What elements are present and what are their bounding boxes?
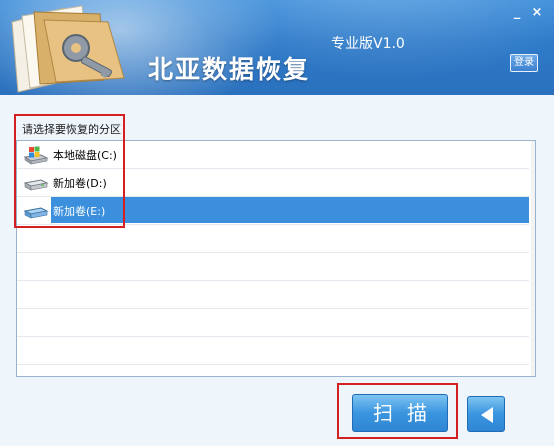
- edition-label: 专业版V1.0: [331, 36, 405, 52]
- app-window: 专业版V1.0 北亚数据恢复 _ × 登录 请选择要恢复的分区 本地磁盘(C:): [0, 0, 554, 446]
- minimize-button[interactable]: _: [510, 6, 524, 20]
- login-button[interactable]: 登录: [510, 54, 538, 72]
- scan-highlight-box: [337, 383, 458, 439]
- empty-row: [17, 225, 529, 253]
- empty-row: [17, 253, 529, 281]
- empty-row: [17, 281, 529, 309]
- title-bar: 专业版V1.0 北亚数据恢复 _ × 登录: [0, 0, 554, 95]
- back-button[interactable]: [467, 396, 505, 432]
- empty-row: [17, 337, 529, 365]
- app-title: 北亚数据恢复: [148, 55, 311, 84]
- close-button[interactable]: ×: [530, 6, 544, 20]
- back-arrow-icon: [481, 407, 493, 423]
- list-scrollbar[interactable]: [531, 141, 535, 376]
- folder-key-logo-icon: [11, 5, 125, 93]
- empty-row: [17, 309, 529, 337]
- partition-highlight-box: [14, 114, 125, 228]
